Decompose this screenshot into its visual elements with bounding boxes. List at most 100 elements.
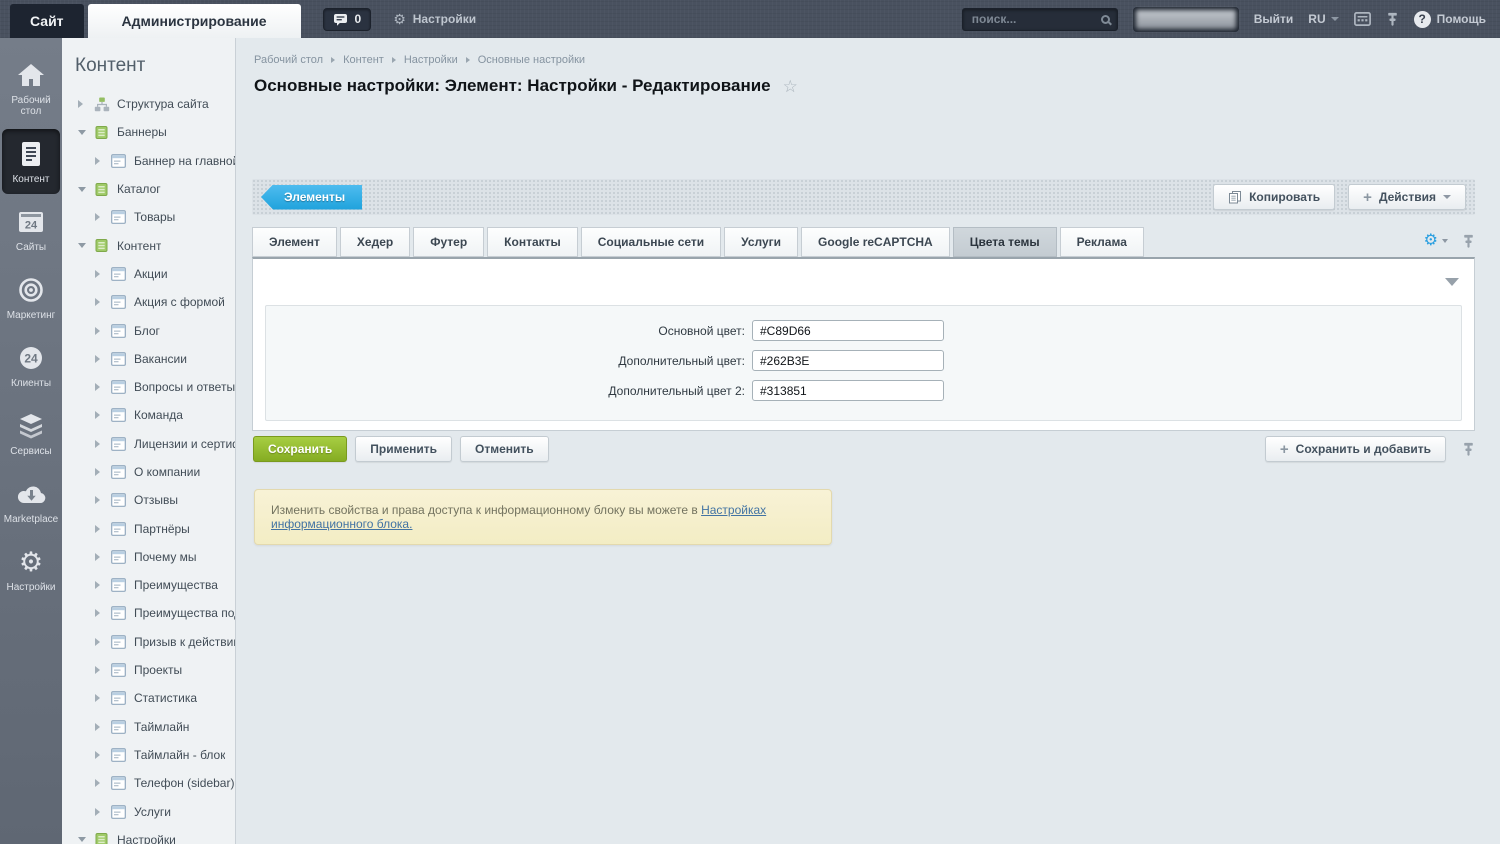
tab-социальные-сети[interactable]: Социальные сети bbox=[581, 227, 721, 257]
chevron-right-icon[interactable] bbox=[95, 383, 106, 391]
save-and-add-button[interactable]: + Сохранить и добавить bbox=[1265, 436, 1446, 462]
chevron-down-icon[interactable] bbox=[78, 243, 89, 248]
breadcrumb-item[interactable]: Рабочий стол bbox=[254, 54, 323, 66]
primary-color-input[interactable] bbox=[752, 320, 944, 341]
chevron-right-icon[interactable] bbox=[95, 157, 106, 165]
tree-item[interactable]: Таймлайн bbox=[62, 713, 235, 741]
rail-item-настройки[interactable]: ⚙Настройки bbox=[2, 537, 60, 602]
search-box[interactable] bbox=[962, 8, 1118, 31]
pin-icon[interactable] bbox=[1386, 12, 1399, 27]
user-name-blurred[interactable] bbox=[1133, 7, 1239, 32]
chevron-right-icon[interactable] bbox=[95, 496, 106, 504]
breadcrumb-item[interactable]: Настройки bbox=[404, 54, 458, 66]
tree-item[interactable]: Настройки bbox=[62, 826, 235, 844]
tree-item[interactable]: Команда bbox=[62, 401, 235, 429]
favorite-star-icon[interactable]: ☆ bbox=[783, 78, 798, 95]
tab-реклама[interactable]: Реклама bbox=[1060, 227, 1144, 257]
tree-item[interactable]: Статистика bbox=[62, 684, 235, 712]
chevron-right-icon[interactable] bbox=[95, 694, 106, 702]
chevron-right-icon[interactable] bbox=[95, 751, 106, 759]
rail-item-marketplace[interactable]: Marketplace bbox=[2, 469, 60, 534]
tree-item[interactable]: Контент bbox=[62, 231, 235, 259]
admin-tab[interactable]: Администрирование bbox=[88, 4, 301, 38]
chevron-right-icon[interactable] bbox=[95, 723, 106, 731]
tree-item[interactable]: Партнёры bbox=[62, 514, 235, 542]
breadcrumb-item[interactable]: Контент bbox=[343, 54, 384, 66]
chevron-right-icon[interactable] bbox=[78, 100, 89, 108]
search-input[interactable] bbox=[970, 11, 1101, 27]
chevron-right-icon[interactable] bbox=[95, 440, 106, 448]
rail-item-клиенты[interactable]: 24Клиенты bbox=[2, 333, 60, 398]
chevron-right-icon[interactable] bbox=[95, 779, 106, 787]
tree-item[interactable]: Акция с формой bbox=[62, 288, 235, 316]
tree-item[interactable]: О компании bbox=[62, 458, 235, 486]
tree-item[interactable]: Призыв к действию bbox=[62, 628, 235, 656]
chevron-right-icon[interactable] bbox=[95, 327, 106, 335]
tree-item[interactable]: Баннер на главной bbox=[62, 147, 235, 175]
tree-item[interactable]: Структура сайта bbox=[62, 90, 235, 118]
tree-item[interactable]: Вопросы и ответы bbox=[62, 373, 235, 401]
chevron-down-icon[interactable] bbox=[78, 130, 89, 135]
chevron-down-icon[interactable] bbox=[78, 837, 89, 842]
tree-item[interactable]: Телефон (sidebar) bbox=[62, 769, 235, 797]
tab-контакты[interactable]: Контакты bbox=[487, 227, 578, 257]
tree-item[interactable]: Таймлайн - блок bbox=[62, 741, 235, 769]
chevron-right-icon[interactable] bbox=[95, 581, 106, 589]
tree-item[interactable]: Вакансии bbox=[62, 345, 235, 373]
tree-item[interactable]: Лицензии и сертификат bbox=[62, 430, 235, 458]
chevron-right-icon[interactable] bbox=[95, 553, 106, 561]
chevron-down-icon[interactable] bbox=[78, 187, 89, 192]
logout-link[interactable]: Выйти bbox=[1254, 12, 1294, 26]
tree-item[interactable]: Почему мы bbox=[62, 543, 235, 571]
chevron-right-icon[interactable] bbox=[95, 411, 106, 419]
chevron-right-icon[interactable] bbox=[95, 213, 106, 221]
rail-item-сайты[interactable]: 24Сайты bbox=[2, 197, 60, 262]
site-tab[interactable]: Сайт bbox=[10, 4, 84, 38]
rail-item-маркетинг[interactable]: Маркетинг bbox=[2, 265, 60, 330]
tree-item[interactable]: Баннеры bbox=[62, 118, 235, 146]
tree-item[interactable]: Проекты bbox=[62, 656, 235, 684]
tree-item[interactable]: Услуги bbox=[62, 797, 235, 825]
tab-хедер[interactable]: Хедер bbox=[340, 227, 410, 257]
breadcrumb-item[interactable]: Основные настройки bbox=[478, 54, 585, 66]
save-button[interactable]: Сохранить bbox=[253, 436, 347, 462]
tree-item[interactable]: Преимущества под бан bbox=[62, 599, 235, 627]
tree-item[interactable]: Отзывы bbox=[62, 486, 235, 514]
copy-button[interactable]: Копировать bbox=[1213, 184, 1335, 210]
rail-item-рабочий-стол[interactable]: Рабочий стол bbox=[2, 50, 60, 126]
help-button[interactable]: ? Помощь bbox=[1414, 11, 1486, 28]
chevron-right-icon[interactable] bbox=[95, 525, 106, 533]
tab-элемент[interactable]: Элемент bbox=[252, 227, 337, 257]
language-selector[interactable]: RU bbox=[1308, 12, 1338, 26]
rail-item-сервисы[interactable]: Сервисы bbox=[2, 401, 60, 466]
topbar-settings-button[interactable]: ⚙ Настройки bbox=[393, 12, 476, 26]
collapse-arrow-icon[interactable] bbox=[1445, 278, 1459, 286]
chevron-right-icon[interactable] bbox=[95, 298, 106, 306]
chevron-right-icon[interactable] bbox=[95, 638, 106, 646]
tree-item[interactable]: Товары bbox=[62, 203, 235, 231]
chevron-right-icon[interactable] bbox=[95, 355, 106, 363]
chevron-right-icon[interactable] bbox=[95, 468, 106, 476]
actions-button[interactable]: + Действия bbox=[1348, 184, 1466, 210]
elements-button[interactable]: Элементы bbox=[261, 185, 362, 210]
notification-badge[interactable]: 0 bbox=[323, 8, 372, 31]
tab-цвета-темы[interactable]: Цвета темы bbox=[953, 227, 1057, 257]
pin-icon[interactable] bbox=[1462, 234, 1475, 249]
cancel-button[interactable]: Отменить bbox=[460, 436, 549, 462]
tab-футер[interactable]: Футер bbox=[413, 227, 484, 257]
chevron-right-icon[interactable] bbox=[95, 808, 106, 816]
chevron-right-icon[interactable] bbox=[95, 666, 106, 674]
tree-item[interactable]: Блог bbox=[62, 316, 235, 344]
form-settings-gear-icon[interactable]: ⚙ bbox=[1424, 233, 1438, 249]
tab-услуги[interactable]: Услуги bbox=[724, 227, 798, 257]
search-icon[interactable] bbox=[1101, 15, 1110, 24]
tab-google-recaptcha[interactable]: Google reCAPTCHA bbox=[801, 227, 950, 257]
chevron-right-icon[interactable] bbox=[95, 270, 106, 278]
secondary-color-2-input[interactable] bbox=[752, 380, 944, 401]
rail-item-контент[interactable]: Контент bbox=[2, 129, 60, 194]
chevron-down-icon[interactable] bbox=[1442, 239, 1448, 243]
tree-item[interactable]: Преимущества bbox=[62, 571, 235, 599]
hotkeys-icon[interactable] bbox=[1354, 12, 1371, 26]
tree-item[interactable]: Каталог bbox=[62, 175, 235, 203]
apply-button[interactable]: Применить bbox=[355, 436, 452, 462]
